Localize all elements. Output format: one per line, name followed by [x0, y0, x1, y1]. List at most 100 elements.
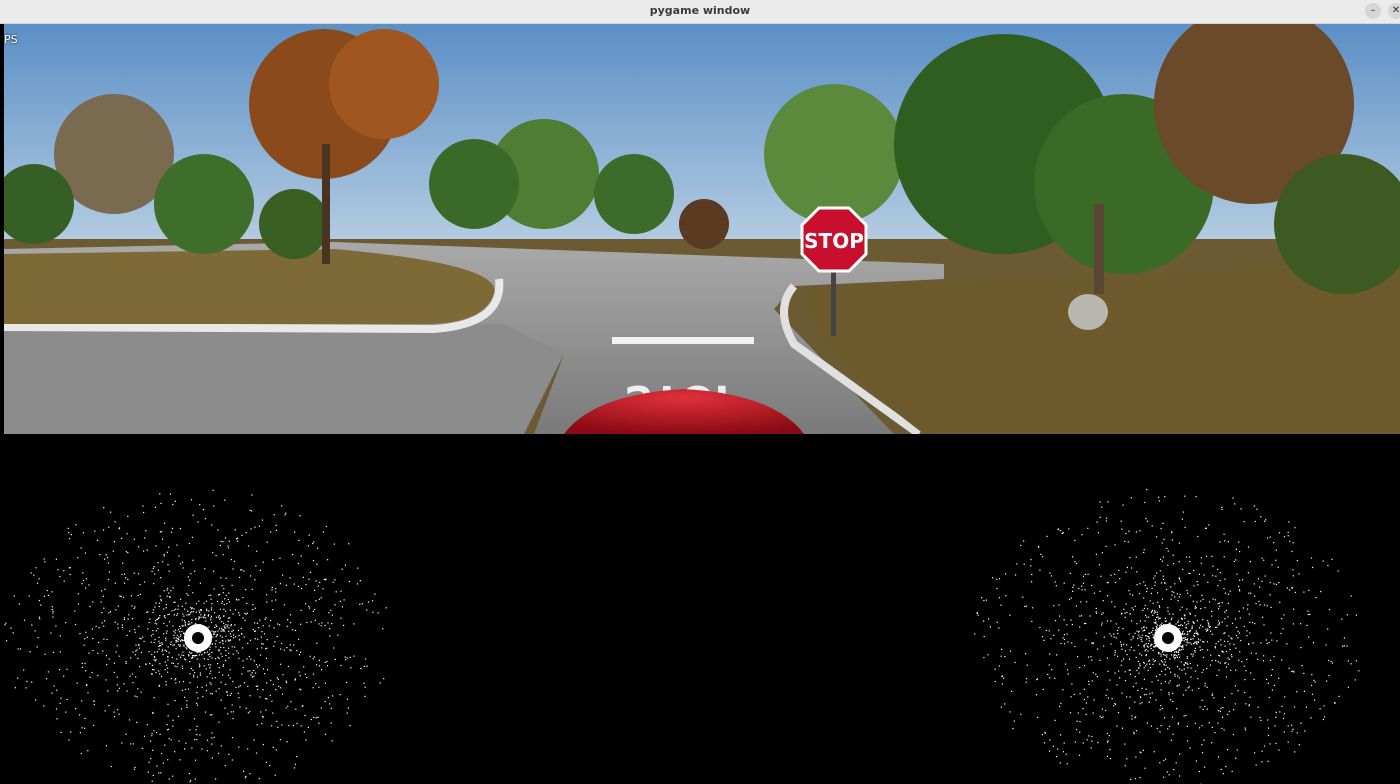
lidar-point — [177, 640, 179, 642]
lidar-point — [1060, 642, 1062, 645]
lidar-point — [1189, 662, 1191, 665]
lidar-point — [138, 647, 140, 649]
lidar-point — [1106, 732, 1108, 735]
lidar-point — [183, 654, 185, 657]
lidar-point — [103, 638, 105, 640]
lidar-point — [1230, 669, 1232, 671]
lidar-point — [182, 680, 185, 683]
lidar-point — [77, 557, 79, 559]
lidar-point — [1130, 646, 1132, 648]
lidar-point — [232, 718, 234, 720]
lidar-point — [1268, 696, 1270, 699]
lidar-point — [184, 625, 186, 627]
lidar-point — [1218, 623, 1220, 625]
lidar-point — [188, 651, 190, 653]
lidar-point — [241, 534, 243, 536]
lidar-point — [1073, 693, 1075, 695]
lidar-point — [1358, 670, 1360, 672]
lidar-point — [335, 591, 337, 593]
lidar-point — [1238, 610, 1240, 612]
lidar-point — [240, 569, 242, 571]
lidar-point — [1186, 589, 1188, 592]
lidar-point — [215, 646, 217, 648]
lidar-point — [1143, 626, 1145, 629]
lidar-point — [123, 618, 125, 621]
lidar-point — [1179, 609, 1181, 611]
lidar-point — [1187, 592, 1189, 594]
lidar-point — [254, 526, 256, 528]
lidar-point — [223, 630, 225, 632]
lidar-point — [1289, 589, 1291, 591]
lidar-point — [357, 567, 359, 569]
lidar-point — [269, 764, 271, 767]
lidar-point — [235, 598, 238, 600]
lidar-point — [1152, 634, 1154, 636]
lidar-point — [1113, 633, 1115, 635]
lidar-point — [277, 678, 279, 680]
lidar-point — [1271, 689, 1273, 691]
lidar-point — [273, 514, 275, 516]
lidar-point — [162, 762, 164, 764]
lidar-point — [1070, 597, 1072, 599]
lidar-point — [58, 669, 61, 671]
lidar-point — [1307, 613, 1309, 616]
lidar-point — [193, 674, 195, 676]
lidar-point — [1070, 696, 1072, 698]
minimize-button[interactable]: – — [1365, 3, 1381, 19]
lidar-point — [1178, 577, 1180, 579]
lidar-point — [1293, 608, 1295, 610]
lidar-point — [1072, 590, 1074, 592]
lidar-point — [1201, 648, 1203, 651]
lidar-point — [1161, 670, 1163, 672]
lidar-point — [1194, 670, 1197, 672]
lidar-point — [213, 505, 215, 507]
lidar-point — [220, 577, 222, 579]
lidar-point — [100, 601, 102, 603]
lidar-point — [153, 566, 155, 568]
lidar-point — [1102, 716, 1104, 718]
lidar-point — [1301, 665, 1303, 667]
lidar-point — [33, 574, 35, 576]
lidar-point — [1217, 661, 1219, 663]
lidar-point — [1103, 636, 1105, 638]
lidar-point — [1346, 645, 1348, 647]
close-button[interactable]: ✕ — [1388, 3, 1400, 19]
lidar-point — [1182, 644, 1184, 646]
lidar-point — [1128, 707, 1131, 709]
lidar-point — [1263, 745, 1266, 747]
lidar-point — [1235, 634, 1238, 637]
lidar-point — [1132, 609, 1134, 611]
lidar-point — [318, 686, 320, 688]
lidar-point — [1144, 501, 1146, 504]
lidar-point — [93, 700, 95, 702]
lidar-point — [1147, 669, 1149, 671]
lidar-point — [44, 561, 46, 563]
lidar-point — [161, 642, 163, 644]
lidar-point — [1116, 629, 1119, 631]
lidar-point — [1212, 693, 1214, 695]
lidar-point — [1184, 495, 1186, 497]
lidar-point — [242, 617, 244, 619]
lidar-point — [317, 585, 319, 587]
lidar-point — [1242, 579, 1244, 581]
lidar-point — [1150, 643, 1152, 645]
lidar-point — [153, 583, 155, 585]
lidar-point — [1171, 591, 1173, 593]
lidar-point — [196, 704, 198, 706]
lidar-point — [211, 757, 213, 759]
lidar-point — [1161, 560, 1163, 562]
lidar-point — [185, 602, 187, 604]
lidar-point — [1221, 506, 1223, 508]
lidar-point — [230, 711, 232, 713]
lidar-point — [1054, 619, 1057, 622]
lidar-point — [261, 647, 263, 649]
lidar-point — [315, 717, 317, 719]
lidar-point — [245, 589, 247, 591]
lidar-point — [198, 618, 200, 620]
lidar-point — [121, 626, 123, 628]
lidar-point — [308, 605, 310, 608]
lidar-point — [127, 578, 129, 580]
lidar-point — [101, 612, 103, 614]
lidar-point — [1110, 643, 1112, 645]
lidar-point — [347, 707, 349, 709]
